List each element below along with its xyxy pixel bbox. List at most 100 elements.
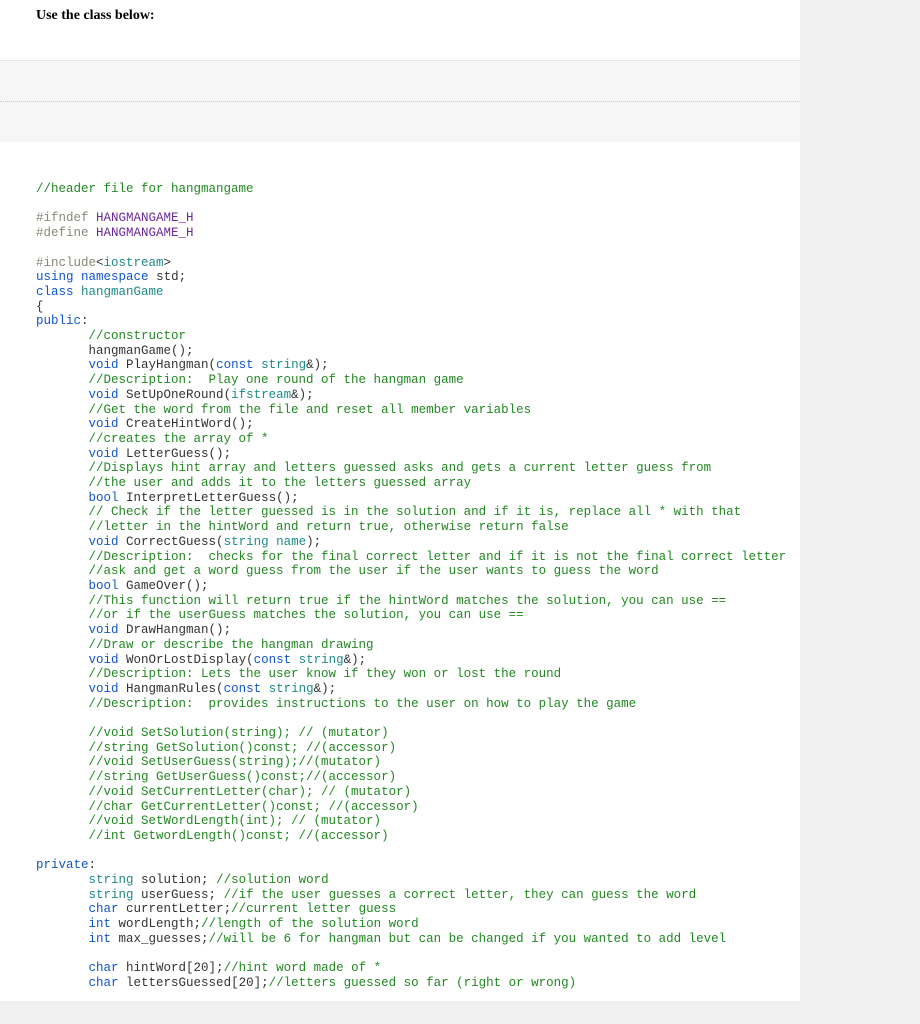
- code-comment: //will be 6 for hangman but can be chang…: [209, 932, 727, 946]
- code-identifier: HangmanRules(: [126, 682, 224, 696]
- code-preproc: #include: [36, 256, 96, 270]
- code-keyword: void: [89, 358, 119, 372]
- code-comment: //constructor: [89, 329, 187, 343]
- question-card: Use the class below:: [0, 0, 800, 61]
- code-param: name: [276, 535, 306, 549]
- code-punc: >: [164, 256, 172, 270]
- code-identifier: CorrectGuess(: [126, 535, 224, 549]
- code-identifier: GameOver();: [126, 579, 209, 593]
- code-keyword: void: [89, 623, 119, 637]
- code-comment: //hint word made of *: [224, 961, 382, 975]
- code-keyword: namespace: [81, 270, 149, 284]
- code-punc: &);: [314, 682, 337, 696]
- code-keyword: void: [89, 535, 119, 549]
- code-type: string: [224, 535, 269, 549]
- code-comment: //creates the array of *: [89, 432, 269, 446]
- code-comment: //Displays hint array and letters guesse…: [89, 461, 712, 475]
- code-type: string: [269, 682, 314, 696]
- code-macro: HANGMANGAME_H: [96, 226, 194, 240]
- question-prompt: Use the class below:: [36, 8, 764, 24]
- code-comment: //current letter guess: [231, 902, 396, 916]
- code-comment: //the user and adds it to the letters gu…: [89, 476, 472, 490]
- code-type: string: [89, 873, 134, 887]
- code-identifier: userGuess;: [141, 888, 216, 902]
- code-comment: //This function will return true if the …: [89, 594, 727, 608]
- code-keyword: void: [89, 447, 119, 461]
- code-keyword: private: [36, 858, 89, 872]
- code-preproc: #ifndef: [36, 211, 89, 225]
- section-divider: [0, 61, 800, 102]
- code-identifier: solution;: [141, 873, 209, 887]
- code-punc: &);: [291, 388, 314, 402]
- code-block: //header file for hangmangame #ifndef HA…: [36, 182, 764, 991]
- code-comment: //Description: Play one round of the han…: [89, 373, 464, 387]
- code-comment: //void SetUserGuess(string);//(mutator): [89, 755, 382, 769]
- code-keyword: void: [89, 417, 119, 431]
- code-identifier: DrawHangman();: [126, 623, 231, 637]
- code-keyword: public: [36, 314, 81, 328]
- code-comment: //letters guessed so far (right or wrong…: [269, 976, 577, 990]
- code-identifier: lettersGuessed[20];: [126, 976, 269, 990]
- code-punc: <: [96, 256, 104, 270]
- code-keyword: bool: [89, 579, 119, 593]
- code-identifier: SetUpOneRound(: [126, 388, 231, 402]
- code-macro: HANGMANGAME_H: [96, 211, 194, 225]
- code-type: int: [89, 932, 112, 946]
- code-punc: :: [81, 314, 89, 328]
- code-type: string: [261, 358, 306, 372]
- code-card: //header file for hangmangame #ifndef HA…: [0, 142, 800, 1001]
- code-comment: //length of the solution word: [201, 917, 419, 931]
- code-comment: //if the user guesses a correct letter, …: [224, 888, 697, 902]
- section-gap: [0, 102, 800, 142]
- page-container: Use the class below: //header file for h…: [0, 0, 800, 1001]
- code-type: ifstream: [231, 388, 291, 402]
- code-type: int: [89, 917, 112, 931]
- code-identifier: LetterGuess();: [126, 447, 231, 461]
- code-punc: &);: [306, 358, 329, 372]
- code-punc: :: [89, 858, 97, 872]
- code-comment: //solution word: [216, 873, 329, 887]
- code-keyword: class: [36, 285, 74, 299]
- code-keyword: void: [89, 653, 119, 667]
- code-comment: //header file for hangmangame: [36, 182, 254, 196]
- code-type: char: [89, 976, 119, 990]
- code-preproc: #define: [36, 226, 89, 240]
- code-identifier: std: [156, 270, 179, 284]
- code-comment: //Description: provides instructions to …: [89, 697, 637, 711]
- code-identifier: PlayHangman(: [126, 358, 216, 372]
- code-keyword: const: [224, 682, 262, 696]
- code-keyword: bool: [89, 491, 119, 505]
- code-comment: //Get the word from the file and reset a…: [89, 403, 532, 417]
- code-type: string: [299, 653, 344, 667]
- code-keyword: void: [89, 682, 119, 696]
- code-comment: //string GetSolution()const; //(accessor…: [89, 741, 397, 755]
- code-keyword: const: [216, 358, 254, 372]
- code-type: char: [89, 902, 119, 916]
- code-identifier: InterpretLetterGuess();: [126, 491, 299, 505]
- code-identifier: wordLength;: [119, 917, 202, 931]
- code-classname: hangmanGame: [81, 285, 164, 299]
- code-comment: //void SetWordLength(int); // (mutator): [89, 814, 382, 828]
- code-comment: //char GetCurrentLetter()const; //(acces…: [89, 800, 419, 814]
- code-keyword: const: [254, 653, 292, 667]
- code-identifier: currentLetter;: [126, 902, 231, 916]
- code-type: string: [89, 888, 134, 902]
- code-comment: //Draw or describe the hangman drawing: [89, 638, 374, 652]
- code-type: char: [89, 961, 119, 975]
- code-keyword: void: [89, 388, 119, 402]
- code-identifier: CreateHintWord();: [126, 417, 254, 431]
- code-include-name: iostream: [104, 256, 164, 270]
- code-keyword: using: [36, 270, 74, 284]
- code-comment: //Description: Lets the user know if the…: [89, 667, 562, 681]
- code-comment: //letter in the hintWord and return true…: [89, 520, 569, 534]
- code-comment: //Description: checks for the final corr…: [89, 550, 787, 564]
- code-comment: //ask and get a word guess from the user…: [89, 564, 659, 578]
- code-punc: );: [306, 535, 321, 549]
- code-comment: //void SetSolution(string); // (mutator): [89, 726, 389, 740]
- code-comment: //or if the userGuess matches the soluti…: [89, 608, 524, 622]
- code-comment: //int GetwordLength()const; //(accessor): [89, 829, 389, 843]
- code-identifier: hangmanGame();: [89, 344, 194, 358]
- code-comment: // Check if the letter guessed is in the…: [89, 505, 742, 519]
- code-comment: //void SetCurrentLetter(char); // (mutat…: [89, 785, 412, 799]
- code-identifier: max_guesses;: [119, 932, 209, 946]
